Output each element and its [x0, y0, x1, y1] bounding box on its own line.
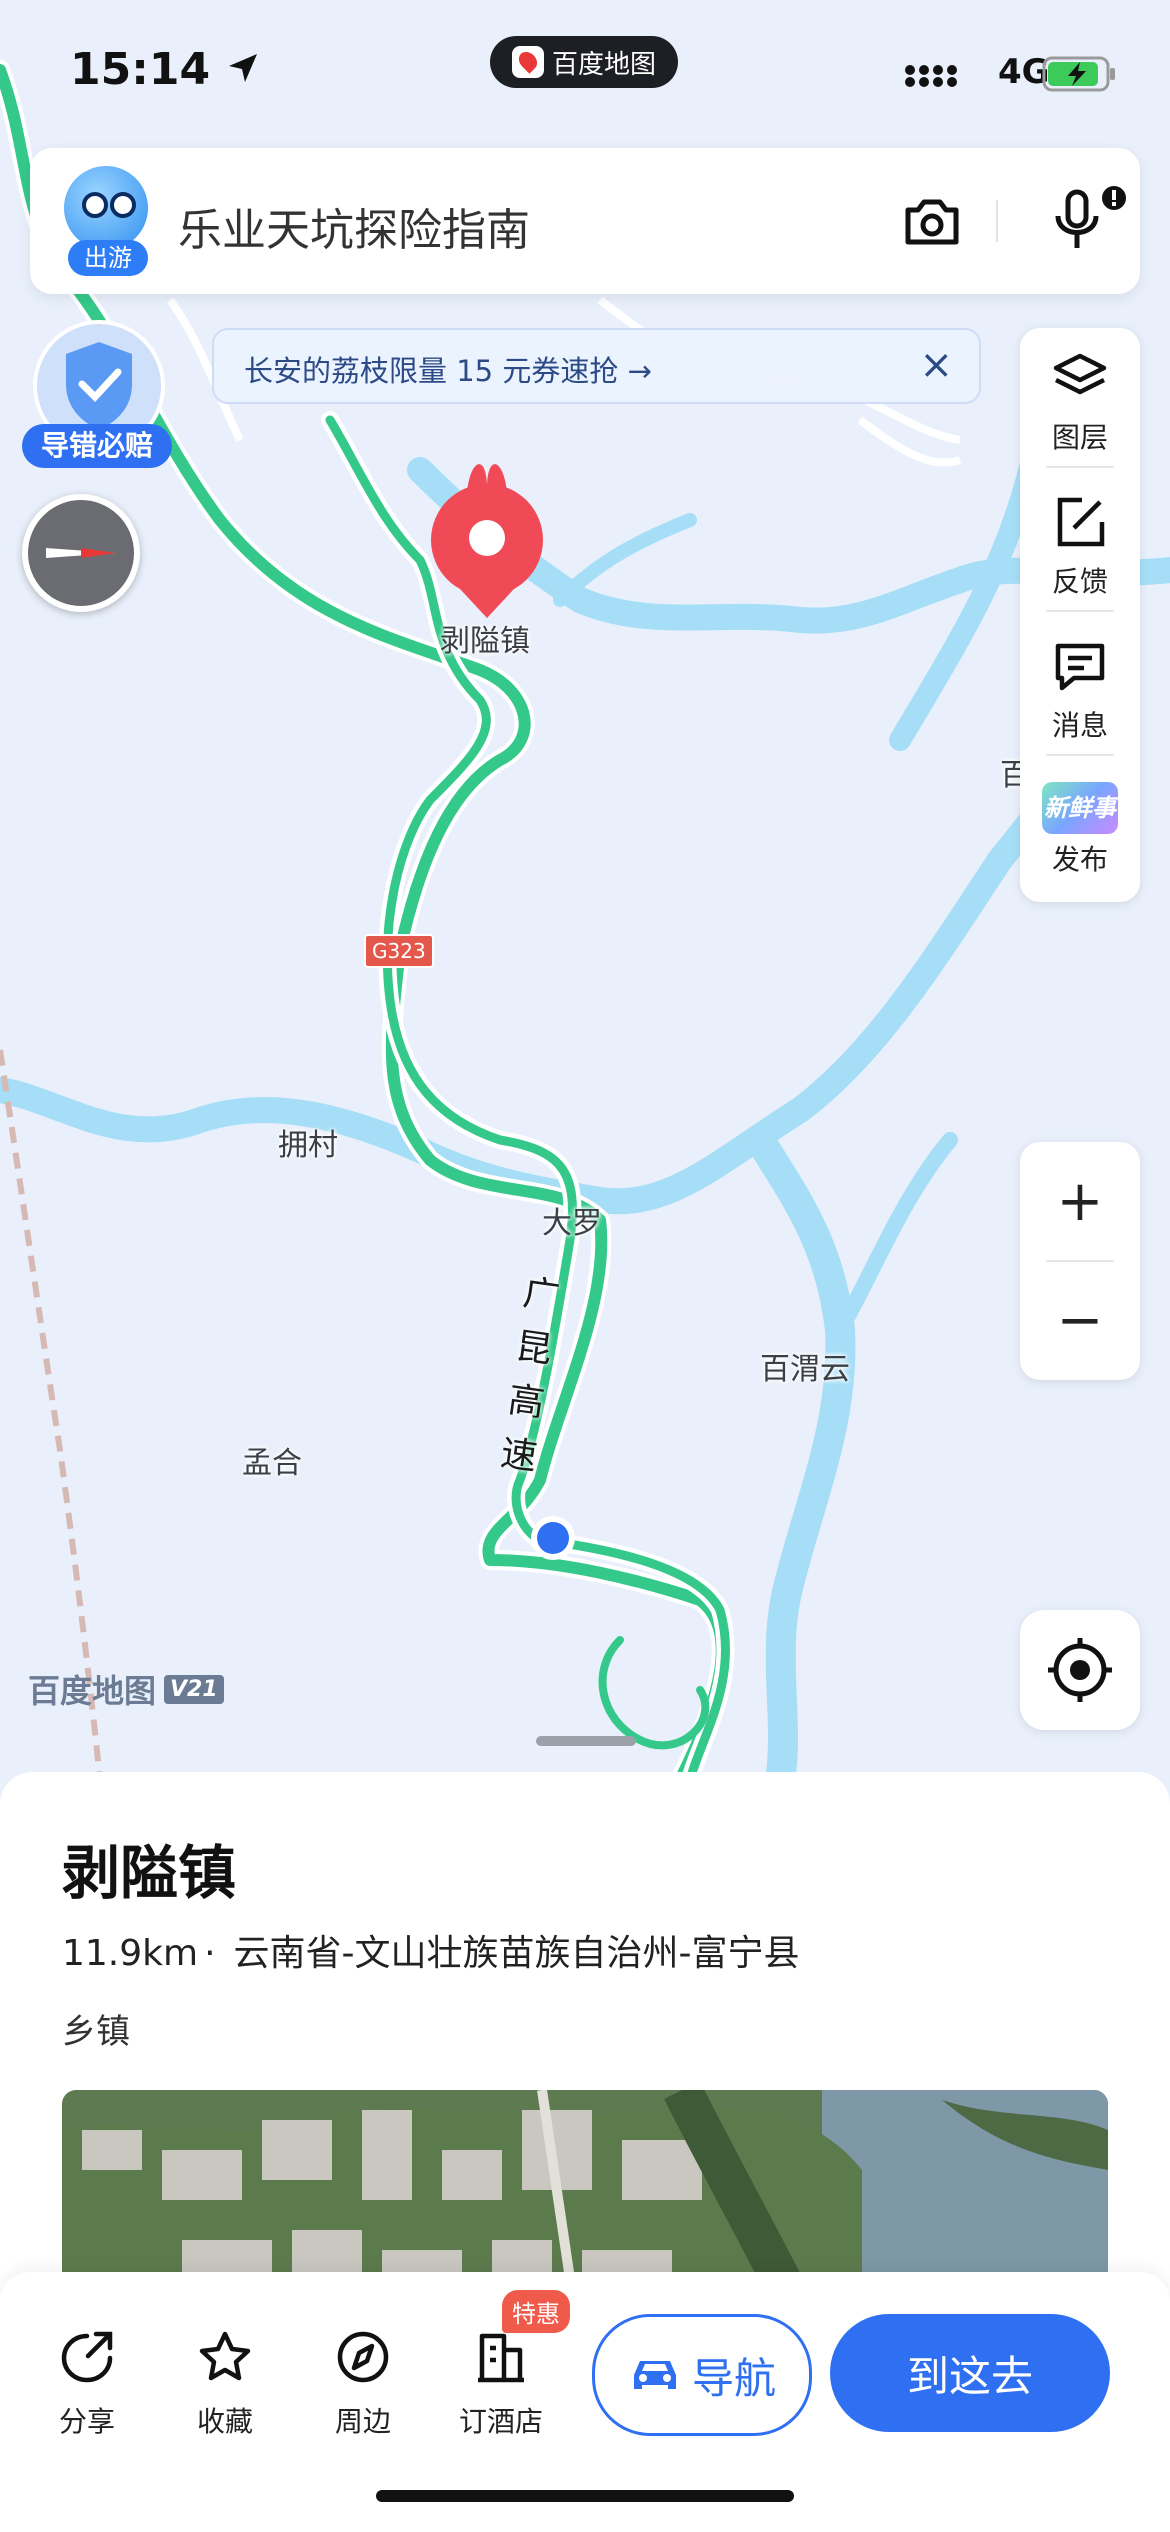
tool-message[interactable]: 消息	[1020, 616, 1140, 756]
feedback-icon	[1057, 497, 1105, 547]
tool-message-label: 消息	[1051, 709, 1108, 742]
search-divider	[996, 200, 998, 242]
signal-icon	[905, 65, 957, 87]
place-meta: 11.9km · 云南省-文山壮族苗族自治州-富宁县	[62, 1924, 800, 1976]
zoom-out-button[interactable]: −	[1020, 1261, 1140, 1380]
battery-icon	[1042, 56, 1115, 92]
tool-separator	[1046, 466, 1114, 468]
tool-separator	[1046, 610, 1114, 612]
microphone-icon[interactable]	[1040, 186, 1130, 256]
compass-icon	[337, 2331, 389, 2383]
sheet-drag-handle[interactable]	[536, 1736, 636, 1746]
avatar-tag: 出游	[68, 240, 148, 276]
zoom-in-button[interactable]: +	[1020, 1142, 1140, 1261]
go-here-button[interactable]: 到这去	[830, 2314, 1110, 2432]
map-watermark: 百度地图 V21	[28, 1666, 224, 1712]
tool-feedback[interactable]: 反馈	[1020, 472, 1140, 612]
navigate-label: 导航	[691, 2353, 776, 2403]
place-region: 云南省-文山壮族苗族自治州-富宁县	[233, 1933, 800, 1974]
watermark-text: 百度地图	[28, 1672, 157, 1710]
promo-text[interactable]: 长安的荔枝限量 15 元券速抢 →	[244, 348, 652, 390]
status-bar: 15:14 百度地图 4G	[0, 0, 1170, 140]
hotel-label: 订酒店	[458, 2405, 543, 2438]
search-bar[interactable]: 出游 乐业天坑探险指南	[30, 148, 1140, 294]
mascot-eye-right	[110, 192, 136, 218]
map-label-menghe: 孟合	[242, 1446, 302, 1481]
map-label-yongcun: 拥村	[278, 1128, 338, 1163]
mascot-avatar[interactable]	[64, 166, 148, 250]
navigate-button[interactable]: 导航	[592, 2314, 812, 2436]
place-title: 剥隘镇	[62, 1839, 237, 1907]
tool-publish[interactable]: 新鲜事 发布	[1020, 760, 1140, 900]
share-button[interactable]: 分享	[32, 2328, 142, 2440]
tool-separator	[1046, 754, 1114, 756]
camera-icon[interactable]	[898, 188, 966, 256]
tool-feedback-label: 反馈	[1051, 565, 1108, 598]
baidu-map-logo-icon	[511, 46, 544, 78]
guarantee-badge[interactable]: 导错必赔	[22, 320, 176, 470]
tool-publish-label: 发布	[1051, 843, 1108, 876]
pin-label[interactable]: 剥隘镇	[440, 616, 530, 660]
star-icon	[199, 2331, 251, 2381]
publish-icon: 新鲜事	[1042, 782, 1118, 834]
favorite-button[interactable]: 收藏	[170, 2328, 280, 2440]
hotel-icon	[478, 2333, 524, 2383]
map-label-daluo: 大罗	[542, 1206, 602, 1241]
location-arrow-icon	[229, 54, 258, 82]
layers-icon	[1053, 353, 1107, 395]
home-indicator[interactable]	[376, 2490, 794, 2502]
compass-button[interactable]	[22, 494, 140, 612]
tool-layers-label: 图层	[1051, 421, 1108, 454]
nearby-label: 周边	[334, 2405, 391, 2438]
place-distance: 11.9km	[62, 1933, 199, 1974]
zoom-control: + −	[1020, 1142, 1140, 1380]
tool-layers[interactable]: 图层	[1020, 328, 1140, 468]
map-toolbar: 图层 反馈 消息 新鲜事 发布	[1020, 328, 1140, 902]
compass-icon	[46, 548, 116, 558]
watermark-version: V21	[164, 1674, 224, 1704]
screen: 剥隘镇 拥村 大罗 百渭云 孟合 百 广昆高速 G323 百度地图 V21 15…	[0, 0, 1170, 2532]
nearby-button[interactable]: 周边	[308, 2328, 418, 2440]
app-pill[interactable]: 百度地图	[490, 36, 678, 88]
road-shield-g323: G323	[364, 934, 434, 968]
promo-banner[interactable]: 长安的荔枝限量 15 元券速抢 → ×	[212, 328, 981, 404]
share-label: 分享	[58, 2405, 115, 2438]
locate-icon	[1048, 1638, 1112, 1702]
car-icon	[633, 2361, 676, 2389]
map-label-baiweiyun: 百渭云	[760, 1352, 850, 1387]
locate-button[interactable]	[1020, 1610, 1140, 1730]
place-category: 乡镇	[62, 2012, 130, 2052]
hotel-button[interactable]: 订酒店	[446, 2328, 556, 2440]
favorite-label: 收藏	[196, 2405, 253, 2438]
meta-dot: ·	[204, 1933, 216, 1974]
share-icon	[61, 2331, 113, 2383]
guarantee-label: 导错必赔	[22, 424, 172, 468]
message-icon	[1055, 643, 1105, 691]
search-query[interactable]: 乐业天坑探险指南	[178, 194, 530, 258]
mascot-eye-left	[82, 192, 108, 218]
status-time: 15:14	[70, 44, 261, 95]
hotel-promo-badge: 特惠	[502, 2290, 570, 2333]
close-icon[interactable]: ×	[919, 342, 953, 388]
